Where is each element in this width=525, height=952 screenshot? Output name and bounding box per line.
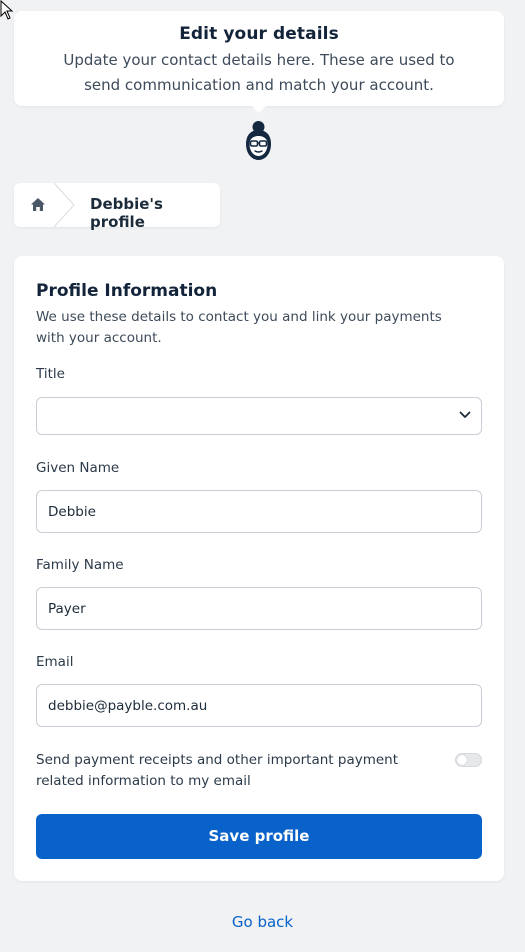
given-name-label: Given Name xyxy=(36,460,120,476)
breadcrumb: Debbie's profile xyxy=(14,183,220,231)
toggle-knob xyxy=(457,755,467,765)
email-label: Email xyxy=(36,654,74,670)
save-profile-button[interactable]: Save profile xyxy=(36,814,482,859)
home-icon xyxy=(31,198,45,211)
family-name-label: Family Name xyxy=(36,557,124,573)
breadcrumb-current: Debbie's profile xyxy=(90,195,163,231)
profile-section-description: We use these details to contact you and … xyxy=(36,309,442,346)
user-avatar-icon xyxy=(246,121,271,160)
page-subtitle: Update your contact details here. These … xyxy=(63,51,455,94)
family-name-field[interactable]: Payer xyxy=(36,587,482,630)
email-receipts-toggle[interactable] xyxy=(455,753,482,767)
profile-card: Profile Information We use these details… xyxy=(14,256,504,881)
given-name-field[interactable]: Debbie xyxy=(36,490,482,533)
email-receipts-toggle-label: Send payment receipts and other importan… xyxy=(36,752,399,789)
page-title: Edit your details xyxy=(179,24,339,44)
breadcrumb-separator-icon xyxy=(53,183,75,227)
email-field[interactable]: debbie@payble.com.au xyxy=(36,684,482,727)
title-label: Title xyxy=(36,366,65,382)
mouse-cursor-icon xyxy=(0,0,14,20)
go-back-link[interactable]: Go back xyxy=(0,913,525,931)
header-card-pointer xyxy=(251,105,267,113)
chevron-down-icon xyxy=(459,411,471,418)
header-card: Edit your details Update your contact de… xyxy=(14,11,504,106)
profile-section-title: Profile Information xyxy=(36,281,218,301)
title-select[interactable] xyxy=(36,397,482,435)
